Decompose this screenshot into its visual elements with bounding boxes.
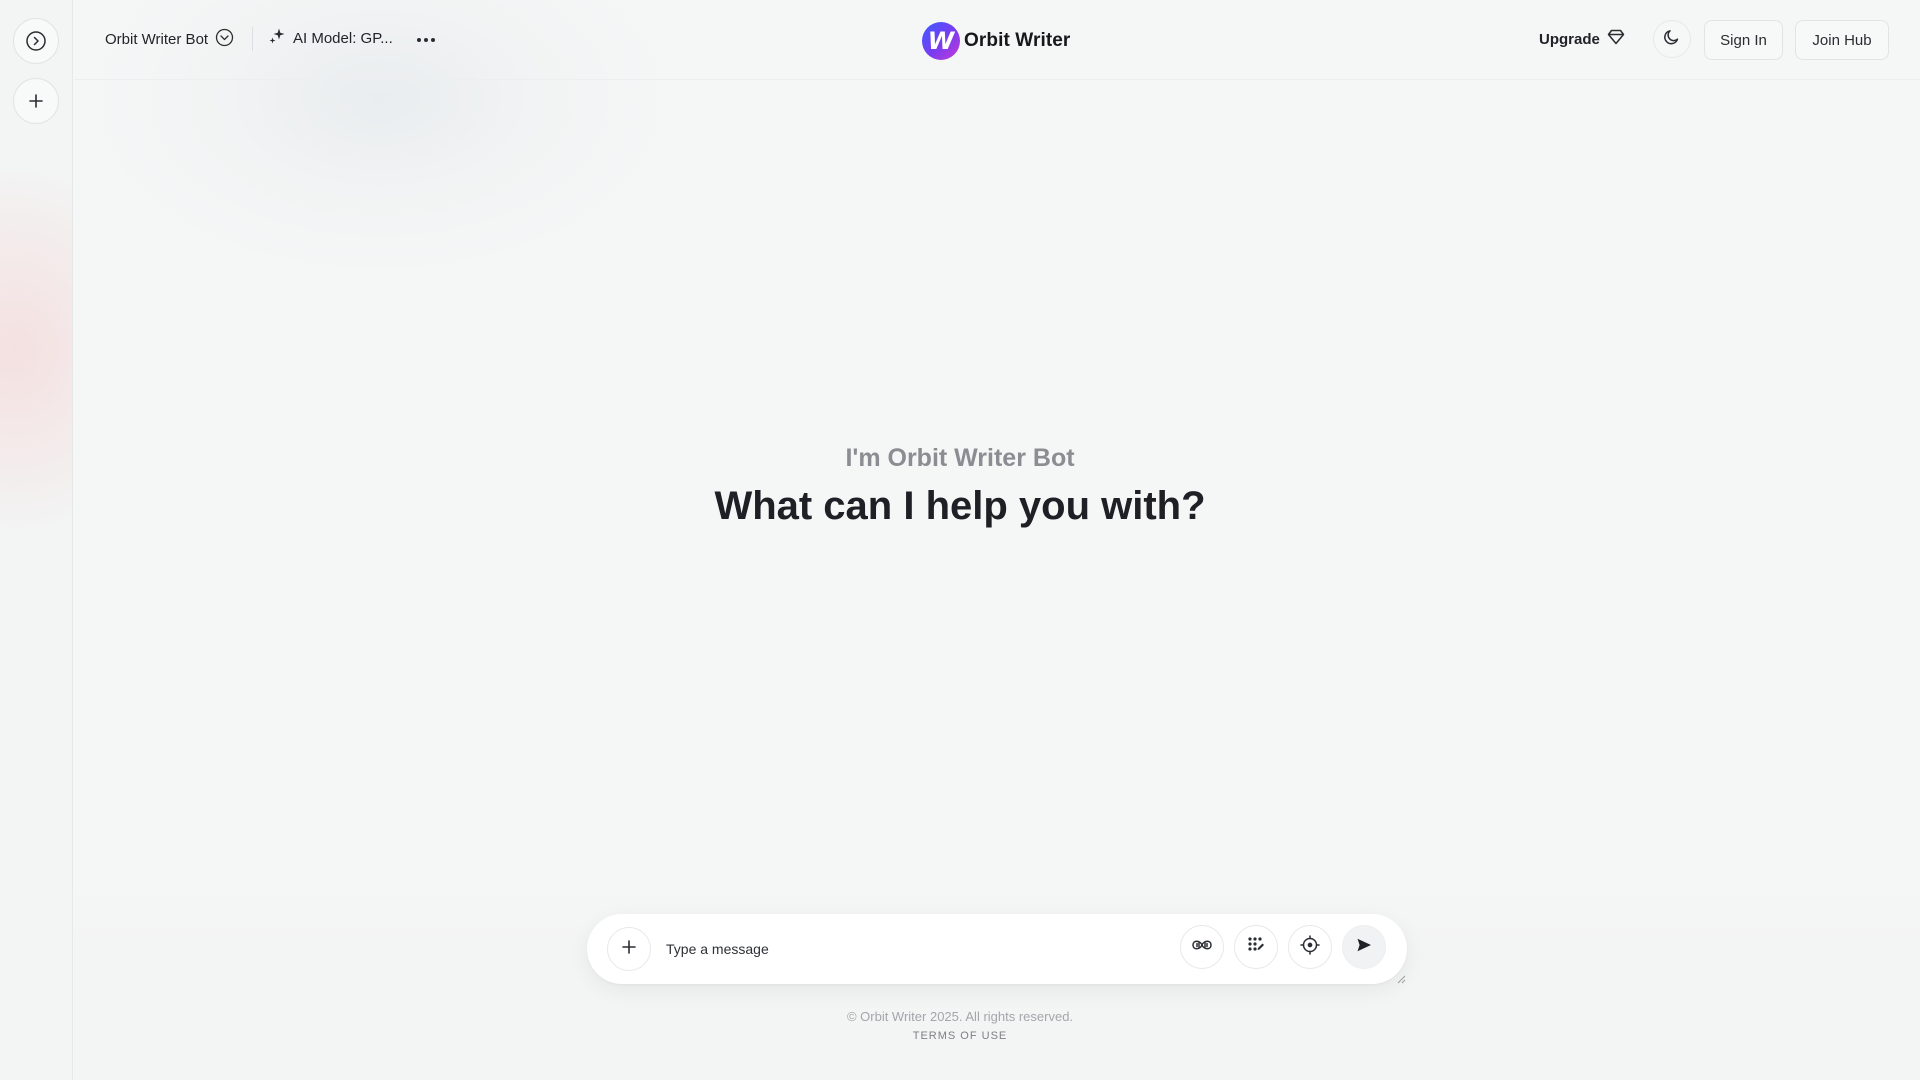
focus-button[interactable]: [1288, 925, 1332, 969]
theme-toggle-button[interactable]: [1653, 20, 1691, 58]
plus-icon: [621, 939, 637, 960]
send-icon: [1356, 937, 1372, 958]
bot-selector[interactable]: Orbit Writer Bot: [105, 26, 234, 52]
brand-name: Orbit Writer: [964, 30, 1071, 51]
tools-button[interactable]: [1234, 925, 1278, 969]
header-divider: [252, 27, 253, 51]
bot-name: Orbit Writer Bot: [105, 30, 209, 48]
expand-sidebar-icon: [25, 30, 47, 52]
voice-icon: [1191, 938, 1213, 957]
hero-subtitle: I'm Orbit Writer Bot: [845, 444, 1075, 472]
message-input[interactable]: [666, 938, 1126, 960]
moon-icon: [1663, 28, 1681, 51]
join-hub-button[interactable]: Join Hub: [1795, 20, 1889, 60]
message-composer: [587, 914, 1407, 984]
left-rail: [0, 0, 73, 1080]
upgrade-button[interactable]: Upgrade: [1539, 27, 1625, 51]
send-button[interactable]: [1342, 925, 1386, 969]
chevron-down-icon: [215, 28, 234, 51]
more-options-button[interactable]: [412, 26, 440, 52]
sign-in-button[interactable]: Sign In: [1704, 20, 1783, 60]
add-attachment-button[interactable]: [607, 927, 651, 971]
copyright-text: © Orbit Writer 2025. All rights reserved…: [846, 1009, 1074, 1024]
more-icon: [416, 30, 436, 48]
diamond-icon: [1607, 29, 1625, 49]
brand[interactable]: W Orbit Writer: [922, 22, 1070, 60]
terms-of-use-link[interactable]: TERMS OF USE: [0, 1030, 1920, 1042]
upgrade-label: Upgrade: [1539, 30, 1600, 48]
model-selector[interactable]: AI Model: GP...: [268, 26, 393, 50]
model-label: AI Model: GP...: [293, 29, 393, 47]
sparkle-icon: [268, 27, 286, 49]
expand-sidebar-button[interactable]: [13, 18, 59, 64]
new-chat-button[interactable]: [13, 78, 59, 124]
grid-icon: [1247, 936, 1265, 959]
top-header: Orbit Writer Bot AI Model: GP... W Orbit…: [74, 0, 1920, 80]
resize-handle-icon[interactable]: [1396, 971, 1406, 989]
voice-mode-button[interactable]: [1180, 925, 1224, 969]
new-chat-icon: [27, 92, 45, 110]
brand-logo-icon: W: [922, 22, 960, 60]
hero-title: What can I help you with?: [714, 484, 1206, 528]
target-icon: [1300, 934, 1320, 960]
app-root: Orbit Writer Bot AI Model: GP... W Orbit…: [0, 0, 1920, 1080]
